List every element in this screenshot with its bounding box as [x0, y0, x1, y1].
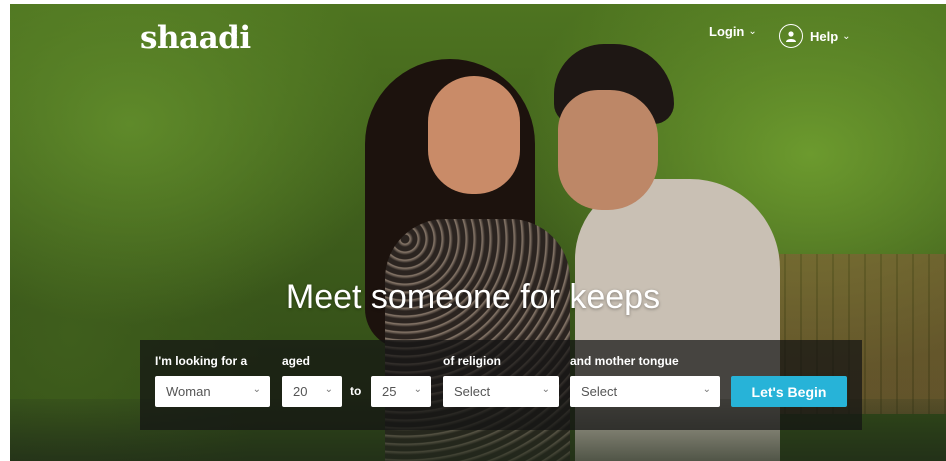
help-menu[interactable]: Help ⌄ [779, 24, 851, 48]
chevron-down-icon: ⌄ [413, 384, 422, 395]
aged-label: aged [282, 354, 311, 368]
mother-tongue-select[interactable]: Select ⌄ [570, 376, 720, 407]
mother-tongue-value: Select [581, 384, 618, 399]
chevron-down-icon: ⌄ [842, 30, 851, 42]
woman-face [428, 76, 520, 194]
age-to-select[interactable]: 25 ⌄ [371, 376, 431, 407]
chevron-down-icon: ⌄ [541, 384, 550, 395]
religion-select[interactable]: Select ⌄ [443, 376, 559, 407]
chevron-down-icon: ⌄ [748, 26, 757, 37]
hero-headline: Meet someone for keeps [285, 278, 661, 316]
age-from-value: 20 [293, 384, 308, 399]
age-from-select[interactable]: 20 ⌄ [282, 376, 342, 407]
lets-begin-button[interactable]: Let's Begin [731, 376, 847, 407]
looking-for-value: Woman [166, 384, 211, 399]
looking-for-select[interactable]: Woman ⌄ [155, 376, 270, 407]
looking-for-label: I'm looking for a [155, 354, 248, 368]
user-circle-icon [779, 24, 803, 48]
chevron-down-icon: ⌄ [324, 384, 333, 395]
age-to-value: 25 [382, 384, 397, 399]
login-label: Login [709, 24, 745, 39]
chevron-down-icon: ⌄ [252, 384, 261, 395]
man-face [558, 90, 658, 210]
logo-suffix: .com [231, 24, 238, 40]
age-to-separator: to [350, 384, 362, 398]
help-label: Help [810, 28, 839, 44]
religion-value: Select [454, 384, 491, 399]
religion-label: of religion [443, 354, 501, 368]
chevron-down-icon: ⌄ [702, 384, 711, 395]
login-menu[interactable]: Login ⌄ [709, 24, 757, 39]
mother-tongue-label: and mother tongue [570, 354, 679, 368]
